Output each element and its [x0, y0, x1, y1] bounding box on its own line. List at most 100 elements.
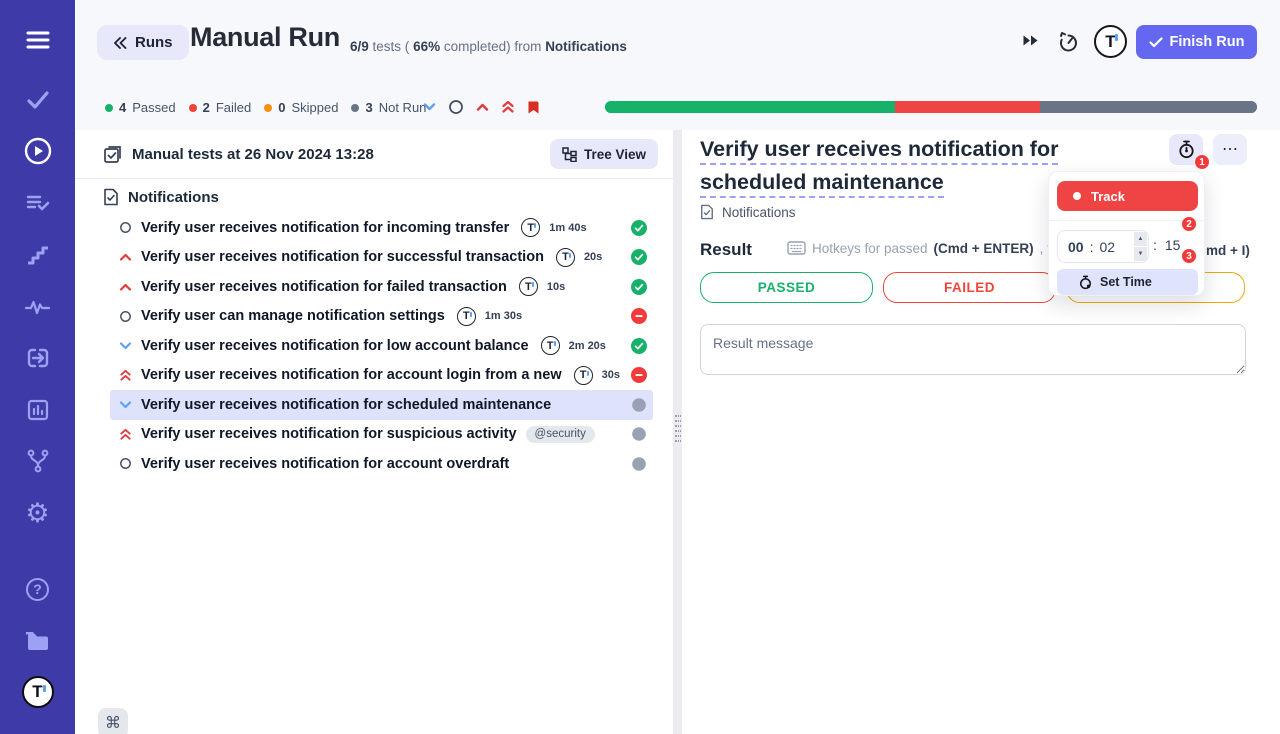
- time-minutes[interactable]: 02: [1099, 239, 1115, 255]
- progress-segment: [1039, 101, 1257, 113]
- time-input[interactable]: 00 : 02 ▲ ▼: [1057, 230, 1149, 263]
- filter-priority-low-icon[interactable]: [423, 102, 436, 112]
- test-row[interactable]: Verify user receives notification for lo…: [110, 331, 653, 361]
- splitter-grip-icon: [674, 415, 681, 442]
- test-title: Verify user receives notification for lo…: [141, 337, 529, 354]
- app-root: ⚙ ? T Runs Manual Run 6/9 tests ( 66% co…: [0, 0, 1280, 734]
- testomat-logo[interactable]: T: [18, 672, 58, 712]
- test-title: Verify user can manage notification sett…: [141, 308, 445, 325]
- steps-icon[interactable]: [18, 235, 58, 275]
- result-message-input[interactable]: [700, 324, 1246, 375]
- test-duration: 30s: [601, 369, 620, 382]
- progress-bar: [605, 101, 1257, 113]
- result-heading: Result: [700, 240, 752, 259]
- test-title: Verify user receives notification for fa…: [141, 278, 507, 295]
- status-failed-icon: [631, 367, 647, 384]
- time-seconds[interactable]: 15: [1165, 237, 1181, 253]
- more-options-button[interactable]: ⋯: [1213, 134, 1247, 165]
- help-icon[interactable]: ?: [18, 569, 58, 609]
- progress-segment: [895, 101, 1040, 113]
- suite-name: Notifications: [128, 188, 219, 206]
- time-hours[interactable]: 00: [1068, 239, 1084, 255]
- spinner-up-icon[interactable]: ▲: [1134, 232, 1147, 246]
- time-spinner: ▲ ▼: [1134, 232, 1147, 261]
- status-stat[interactable]: 4 Passed: [105, 100, 176, 115]
- detail-suite-file-icon: [701, 204, 713, 220]
- fast-forward-icon[interactable]: [1022, 34, 1039, 52]
- projects-folder-icon[interactable]: [18, 621, 58, 661]
- priority-filters: [423, 99, 540, 115]
- test-title: Verify user receives notification for ac…: [141, 367, 562, 384]
- test-row[interactable]: Verify user receives notification for su…: [110, 420, 653, 450]
- settings-gear-icon[interactable]: ⚙: [18, 493, 58, 533]
- status-passed-icon: [631, 249, 647, 266]
- reports-chart-icon[interactable]: [18, 390, 58, 430]
- tree-view-label: Tree View: [583, 146, 646, 162]
- tests-check-icon[interactable]: [18, 80, 58, 120]
- priority-urgent-icon: [118, 428, 132, 441]
- test-tag[interactable]: @security: [525, 425, 595, 443]
- track-label: Track: [1091, 188, 1125, 204]
- stopwatch-icon: [1178, 140, 1194, 159]
- status-dot-icon: [351, 103, 360, 112]
- import-icon[interactable]: [18, 338, 58, 378]
- branch-icon[interactable]: [18, 441, 58, 481]
- filter-priority-urgent-icon[interactable]: [501, 100, 515, 114]
- set-time-label: Set Time: [1100, 275, 1152, 289]
- track-button[interactable]: Track: [1057, 181, 1198, 211]
- filter-bookmark-icon[interactable]: [527, 100, 540, 115]
- app-logo[interactable]: T: [1094, 25, 1127, 58]
- status-stat[interactable]: 3 Not Run: [351, 100, 426, 115]
- hotkeys-command-button[interactable]: ⌘: [98, 708, 128, 734]
- runs-play-icon[interactable]: [18, 131, 58, 171]
- testomat-badge-icon: T: [456, 306, 476, 326]
- detail-suite-name: Notifications: [722, 204, 796, 220]
- status-passed-icon: [631, 219, 647, 236]
- status-stat[interactable]: 0 Skipped: [264, 100, 338, 115]
- menu-icon[interactable]: [18, 20, 58, 60]
- test-list-panel: Manual tests at 26 Nov 2024 13:28 Tree V…: [75, 130, 673, 734]
- testomat-badge-icon: T: [540, 336, 560, 356]
- test-row[interactable]: Verify user receives notification for sc…: [110, 390, 653, 420]
- spinner-down-icon[interactable]: ▼: [1134, 247, 1147, 261]
- test-row[interactable]: Verify user receives notification for ac…: [110, 449, 653, 479]
- run-title: Manual tests at 26 Nov 2024 13:28: [132, 145, 374, 163]
- sidebar: ⚙ ? T: [0, 0, 75, 734]
- timer-history-icon[interactable]: [1058, 30, 1079, 57]
- filter-priority-normal-icon[interactable]: [448, 99, 464, 115]
- back-to-runs-button[interactable]: Runs: [97, 25, 189, 60]
- test-row[interactable]: Verify user receives notification for su…: [110, 243, 653, 273]
- time-seconds-group: : 15: [1153, 237, 1181, 253]
- back-to-runs-label: Runs: [135, 34, 173, 51]
- pulse-icon[interactable]: [18, 287, 58, 327]
- filter-priority-high-icon[interactable]: [476, 102, 489, 112]
- status-dot-icon: [264, 103, 273, 112]
- priority-high-icon: [118, 252, 132, 262]
- priority-low-icon: [118, 400, 132, 410]
- test-duration: 2m 20s: [568, 339, 606, 352]
- failed-button[interactable]: FAILED: [883, 272, 1056, 303]
- finish-run-button[interactable]: Finish Run: [1136, 25, 1257, 59]
- double-chevron-left-icon: [114, 36, 127, 49]
- test-row[interactable]: Verify user receives notification for in…: [110, 213, 653, 243]
- divider: [75, 178, 673, 179]
- set-time-button[interactable]: Set Time: [1057, 269, 1198, 295]
- set-time-icon: [1079, 275, 1092, 289]
- run-progress-subtitle: 6/9 tests ( 66% completed) from Notifica…: [350, 39, 627, 54]
- status-stat[interactable]: 2 Failed: [188, 100, 251, 115]
- priority-normal-icon: [118, 310, 132, 323]
- page-title: Manual Run: [190, 22, 340, 52]
- finish-run-label: Finish Run: [1169, 34, 1245, 50]
- annotation-badge-3: 3: [1181, 248, 1197, 264]
- tree-view-button[interactable]: Tree View: [549, 139, 658, 169]
- test-row[interactable]: Verify user receives notification for fa…: [110, 272, 653, 302]
- plans-list-icon[interactable]: [18, 183, 58, 223]
- testomat-badge-icon: T: [555, 247, 575, 267]
- panel-splitter[interactable]: [673, 130, 682, 734]
- test-row[interactable]: Verify user receives notification for ac…: [110, 361, 653, 391]
- test-row[interactable]: Verify user can manage notification sett…: [110, 302, 653, 332]
- passed-button[interactable]: PASSED: [700, 272, 873, 303]
- testomat-badge-icon: T: [518, 277, 538, 297]
- status-notrun-icon: [631, 456, 647, 472]
- keyboard-icon: [787, 241, 806, 255]
